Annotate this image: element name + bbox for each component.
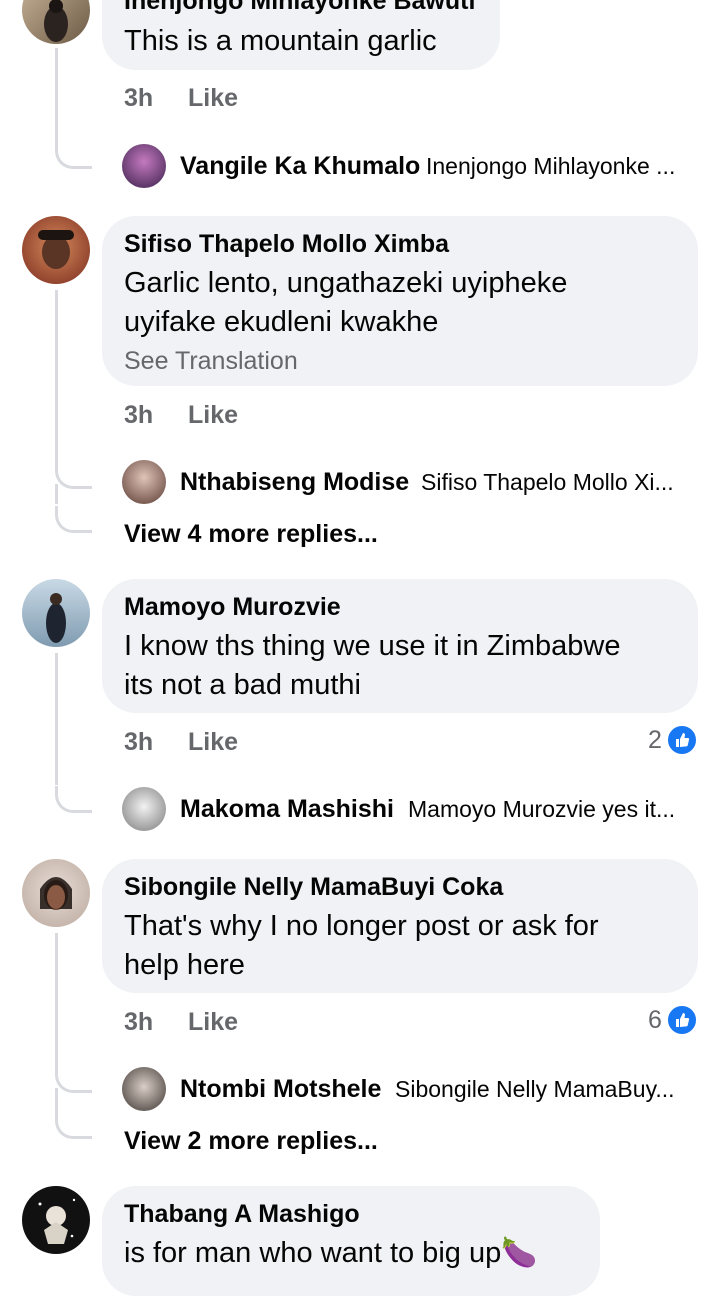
thread-line xyxy=(55,484,58,504)
comment-text: This is a mountain garlic xyxy=(124,25,437,57)
comment-author[interactable]: Sifiso Thapelo Mollo Ximba xyxy=(124,230,449,259)
reaction-count[interactable]: 6 xyxy=(648,1004,698,1036)
thread-connector xyxy=(55,1112,92,1139)
comment-author[interactable]: Sibongile Nelly MamaBuyi Coka xyxy=(124,873,503,902)
avatar[interactable] xyxy=(22,859,90,927)
view-more-replies[interactable]: View 4 more replies... xyxy=(124,520,378,549)
reply-author[interactable]: Makoma Mashishi xyxy=(180,795,394,824)
comment-text: its not a bad muthi xyxy=(124,669,361,701)
reply-preview[interactable]: Mamoyo Murozvie yes it... xyxy=(408,796,696,823)
thumbs-up-icon xyxy=(665,1004,698,1036)
comment-text: That's why I no longer post or ask for xyxy=(124,910,599,942)
reaction-count-value: 6 xyxy=(648,1005,662,1034)
comment-text: uyifake ekudleni kwakhe xyxy=(124,306,439,338)
avatar[interactable] xyxy=(22,1186,90,1254)
comment-text: I know ths thing we use it in Zimbabwe xyxy=(124,630,621,662)
comment-text: Garlic lento, ungathazeki uyipheke xyxy=(124,267,568,299)
comment-author[interactable]: Inenjongo Mihlayonke Bawuti xyxy=(124,0,475,16)
thread-connector xyxy=(55,506,92,533)
reply-avatar[interactable] xyxy=(122,144,166,188)
avatar[interactable] xyxy=(22,216,90,284)
like-button[interactable]: Like xyxy=(188,84,238,113)
reply-avatar[interactable] xyxy=(122,787,166,831)
thread-connector xyxy=(55,462,92,489)
reply-author[interactable]: Vangile Ka Khumalo xyxy=(180,152,420,181)
like-button[interactable]: Like xyxy=(188,1008,238,1037)
view-more-replies[interactable]: View 2 more replies... xyxy=(124,1127,378,1156)
comment-text: is for man who want to big up🍆 xyxy=(124,1234,537,1273)
thread-line xyxy=(55,1088,58,1112)
reply-avatar[interactable] xyxy=(122,1067,166,1111)
see-translation-link[interactable]: See Translation xyxy=(124,347,298,376)
thread-line xyxy=(55,933,58,1069)
comment-time: 3h xyxy=(124,84,154,112)
reaction-count[interactable]: 2 xyxy=(648,724,698,756)
reply-avatar[interactable] xyxy=(122,460,166,504)
thread-connector xyxy=(55,1066,92,1093)
reply-preview[interactable]: Sifiso Thapelo Mollo Xi... xyxy=(421,469,696,496)
avatar[interactable] xyxy=(22,579,90,647)
reply-preview[interactable]: Sibongile Nelly MamaBuy... xyxy=(395,1076,696,1103)
comment-time: 3h xyxy=(124,1008,154,1036)
comment-text-line: is for man who want to big up xyxy=(124,1237,502,1269)
reply-author[interactable]: Nthabiseng Modise xyxy=(180,468,409,497)
reply-preview[interactable]: Inenjongo Mihlayonke ... xyxy=(426,153,696,180)
thread-connector xyxy=(55,786,92,813)
comment-time: 3h xyxy=(124,401,154,429)
comment-time: 3h xyxy=(124,728,154,756)
thread-line xyxy=(55,653,58,785)
reaction-count-value: 2 xyxy=(648,725,662,754)
eggplant-emoji-icon: 🍆 xyxy=(501,1237,538,1269)
comment-author[interactable]: Mamoyo Murozvie xyxy=(124,593,341,622)
comment-author[interactable]: Thabang A Mashigo xyxy=(124,1200,360,1229)
reply-author[interactable]: Ntombi Motshele xyxy=(180,1075,381,1104)
like-button[interactable]: Like xyxy=(188,401,238,430)
thumbs-up-icon xyxy=(665,724,698,756)
thread-line xyxy=(55,290,58,466)
avatar[interactable] xyxy=(22,0,90,44)
thread-connector xyxy=(55,142,92,169)
comment-text: help here xyxy=(124,949,245,981)
like-button[interactable]: Like xyxy=(188,728,238,757)
thread-line xyxy=(55,48,58,148)
